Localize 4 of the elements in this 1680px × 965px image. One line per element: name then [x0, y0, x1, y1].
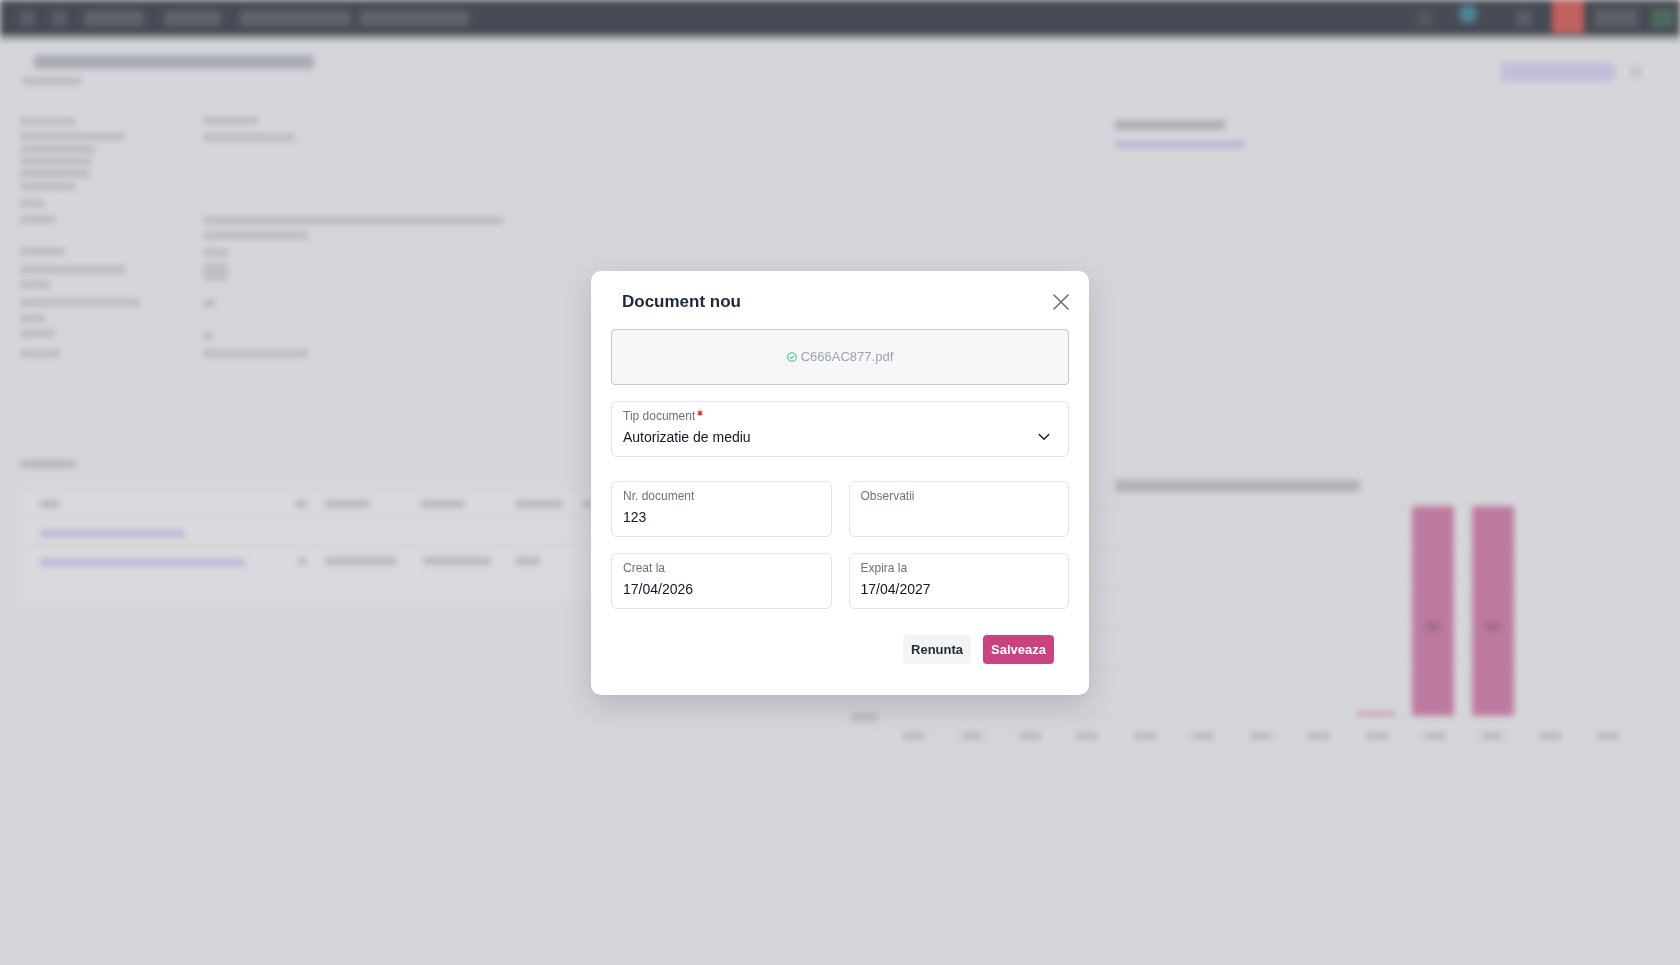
- input-field[interactable]: Expira la 17/04/2027: [848, 552, 1069, 609]
- cancel-button[interactable]: Renunta: [903, 634, 972, 664]
- input-field[interactable]: Creat la 17/04/2026: [611, 552, 832, 609]
- save-button[interactable]: Salveaza: [983, 634, 1054, 664]
